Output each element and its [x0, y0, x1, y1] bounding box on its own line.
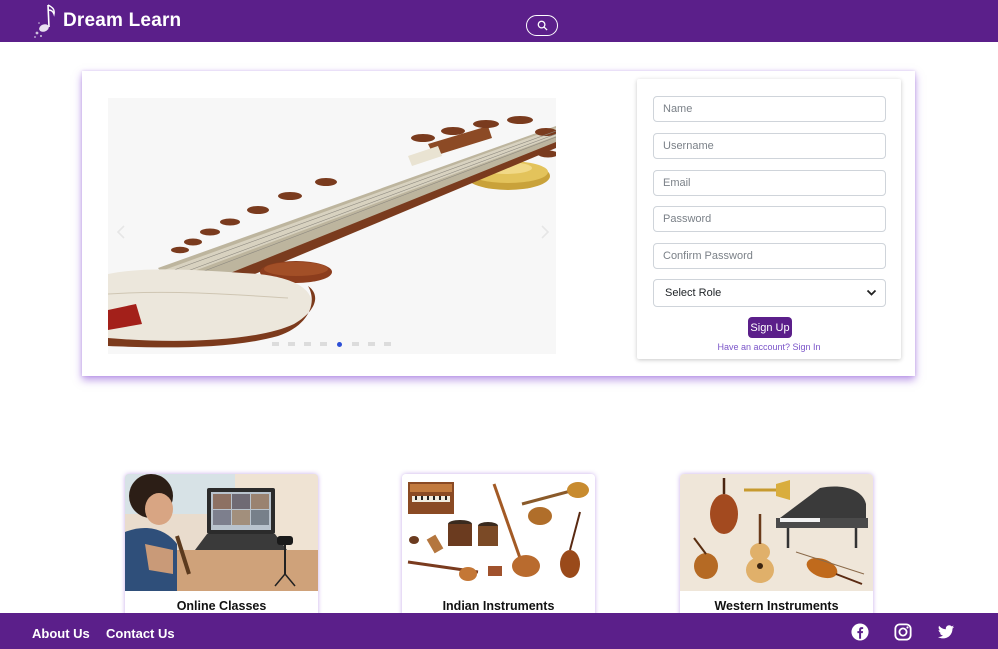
password-input[interactable] [653, 206, 886, 232]
carousel-indicator[interactable] [272, 342, 279, 346]
name-input[interactable] [653, 96, 886, 122]
chevron-down-icon [866, 289, 877, 296]
feature-card-indian-instruments[interactable]: Indian Instruments [402, 474, 595, 624]
carousel-indicator[interactable] [352, 342, 359, 346]
carousel-indicator[interactable] [288, 342, 295, 346]
facebook-icon[interactable] [851, 623, 869, 641]
chevron-left-icon[interactable] [116, 224, 126, 240]
signup-form: Select Role Sign Up Have an account? Sig… [637, 79, 901, 359]
feature-title: Western Instruments [714, 599, 839, 613]
top-navbar: Dream Learn [0, 0, 998, 42]
online-classes-image [125, 474, 318, 591]
search-icon [537, 20, 548, 31]
footer: About Us Contact Us [0, 613, 998, 649]
email-input[interactable] [653, 170, 886, 196]
carousel-indicator[interactable] [304, 342, 311, 346]
brand[interactable]: Dream Learn [32, 3, 181, 39]
music-note-icon [34, 4, 55, 38]
sitar-image [108, 98, 556, 354]
carousel-indicator[interactable] [384, 342, 391, 346]
feature-title: Online Classes [176, 599, 267, 613]
western-instruments-image [680, 474, 873, 591]
carousel-indicator[interactable] [368, 342, 375, 346]
sign-in-link[interactable]: Have an account? Sign In [637, 342, 901, 352]
carousel-indicator-active[interactable] [337, 342, 342, 347]
twitter-icon[interactable] [937, 623, 955, 641]
chevron-right-icon[interactable] [540, 224, 550, 240]
sign-up-button[interactable]: Sign Up [748, 317, 792, 338]
role-select-value: Select Role [665, 287, 722, 299]
contact-us-link[interactable]: Contact Us [106, 626, 175, 641]
feature-card-western-instruments[interactable]: Western Instruments [680, 474, 873, 624]
signup-section: Select Role Sign Up Have an account? Sig… [82, 71, 915, 376]
brand-name: Dream Learn [63, 10, 182, 31]
image-carousel[interactable] [108, 98, 556, 354]
carousel-indicator[interactable] [320, 342, 327, 346]
feature-card-online-classes[interactable]: Online Classes [125, 474, 318, 624]
role-select[interactable]: Select Role [653, 279, 886, 307]
about-us-link[interactable]: About Us [32, 626, 90, 641]
username-input[interactable] [653, 133, 886, 159]
confirm-password-input[interactable] [653, 243, 886, 269]
feature-title: Indian Instruments [442, 599, 555, 613]
carousel-indicators [272, 342, 391, 347]
indian-instruments-image [402, 474, 595, 591]
search-button[interactable] [526, 15, 558, 36]
instagram-icon[interactable] [894, 623, 912, 641]
